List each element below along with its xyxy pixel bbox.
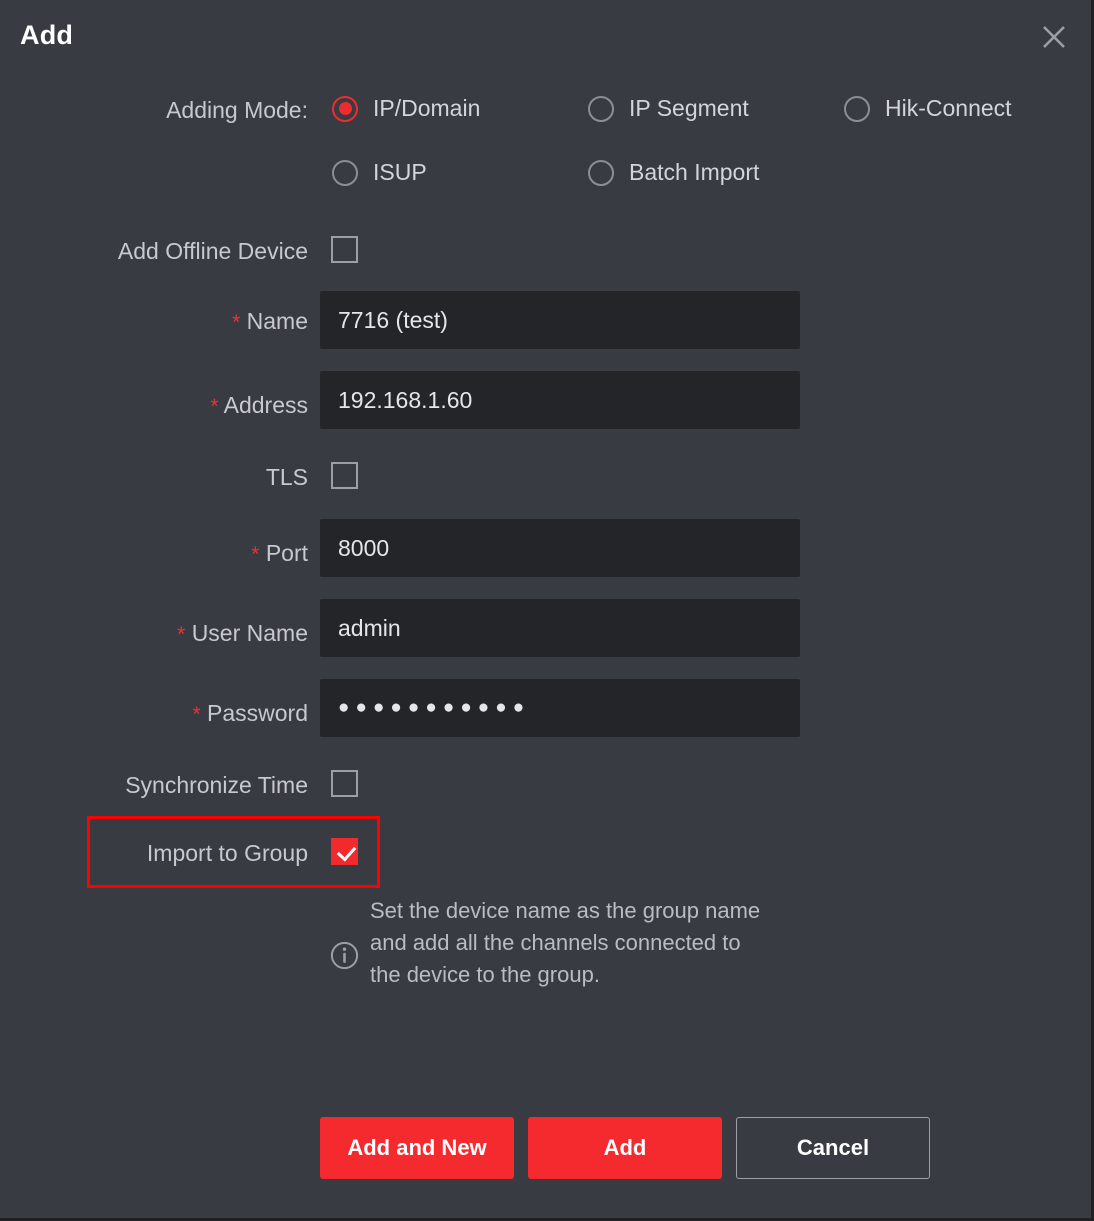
- radio-batch-import[interactable]: Batch Import: [588, 159, 759, 186]
- port-label-text: Port: [265, 540, 308, 566]
- import-to-group-hint-text: Set the device name as the group name an…: [370, 898, 761, 987]
- tls-label: TLS: [265, 464, 308, 490]
- radio-label-batch-import: Batch Import: [629, 159, 760, 185]
- import-to-group-checkbox[interactable]: [331, 838, 358, 865]
- user-name-input[interactable]: [320, 599, 800, 657]
- radio-indicator-ip-segment: [588, 95, 614, 122]
- cancel-button[interactable]: Cancel: [736, 1117, 930, 1179]
- port-label: * Port: [0, 540, 308, 567]
- port-required-mark: *: [251, 543, 260, 566]
- tls-checkbox[interactable]: [331, 462, 358, 489]
- close-icon[interactable]: [1036, 19, 1072, 55]
- address-required-mark: *: [210, 395, 219, 418]
- name-required-mark: *: [232, 311, 241, 334]
- radio-label-isup: ISUP: [373, 159, 427, 185]
- user-name-label-text: User Name: [191, 620, 308, 646]
- adding-mode-label: Adding Mode:: [166, 97, 308, 123]
- add-button[interactable]: Add: [528, 1117, 722, 1179]
- password-input[interactable]: ●●●●●●●●●●●: [320, 679, 800, 737]
- radio-indicator-batch-import: [588, 159, 614, 186]
- name-input[interactable]: [320, 291, 800, 349]
- info-icon: [330, 941, 359, 970]
- radio-label-hik-connect: Hik-Connect: [885, 95, 1012, 121]
- address-label: * Address: [0, 392, 308, 419]
- radio-indicator-ip-domain: [332, 95, 358, 122]
- add-and-new-button[interactable]: Add and New: [320, 1117, 514, 1179]
- port-input[interactable]: [320, 519, 800, 577]
- add-device-dialog: Add Adding Mode: IP/Domain IP Segment Hi…: [0, 0, 1094, 1221]
- user-name-required-mark: *: [177, 623, 186, 646]
- radio-ip-domain[interactable]: IP/Domain: [332, 95, 480, 122]
- dialog-title: Add: [20, 20, 74, 50]
- radio-label-ip-segment: IP Segment: [629, 95, 749, 121]
- radio-isup[interactable]: ISUP: [332, 159, 427, 186]
- password-label-text: Password: [207, 700, 308, 726]
- add-offline-device-checkbox[interactable]: [331, 236, 358, 263]
- synchronize-time-checkbox[interactable]: [331, 770, 358, 797]
- user-name-label: * User Name: [0, 620, 308, 647]
- password-required-mark: *: [192, 703, 201, 726]
- address-input[interactable]: [320, 371, 800, 429]
- dialog-titlebar: Add: [0, 0, 1094, 72]
- radio-indicator-hik-connect: [844, 95, 870, 122]
- name-label-text: Name: [246, 308, 308, 334]
- radio-indicator-isup: [332, 159, 358, 186]
- address-label-text: Address: [223, 392, 308, 418]
- radio-label-ip-domain: IP/Domain: [373, 95, 481, 121]
- synchronize-time-label: Synchronize Time: [125, 772, 308, 798]
- import-to-group-label: Import to Group: [146, 840, 308, 866]
- radio-hik-connect[interactable]: Hik-Connect: [844, 95, 1012, 122]
- password-label: * Password: [0, 700, 308, 727]
- radio-ip-segment[interactable]: IP Segment: [588, 95, 749, 122]
- name-label: * Name: [0, 308, 308, 335]
- add-offline-device-label: Add Offline Device: [117, 238, 308, 264]
